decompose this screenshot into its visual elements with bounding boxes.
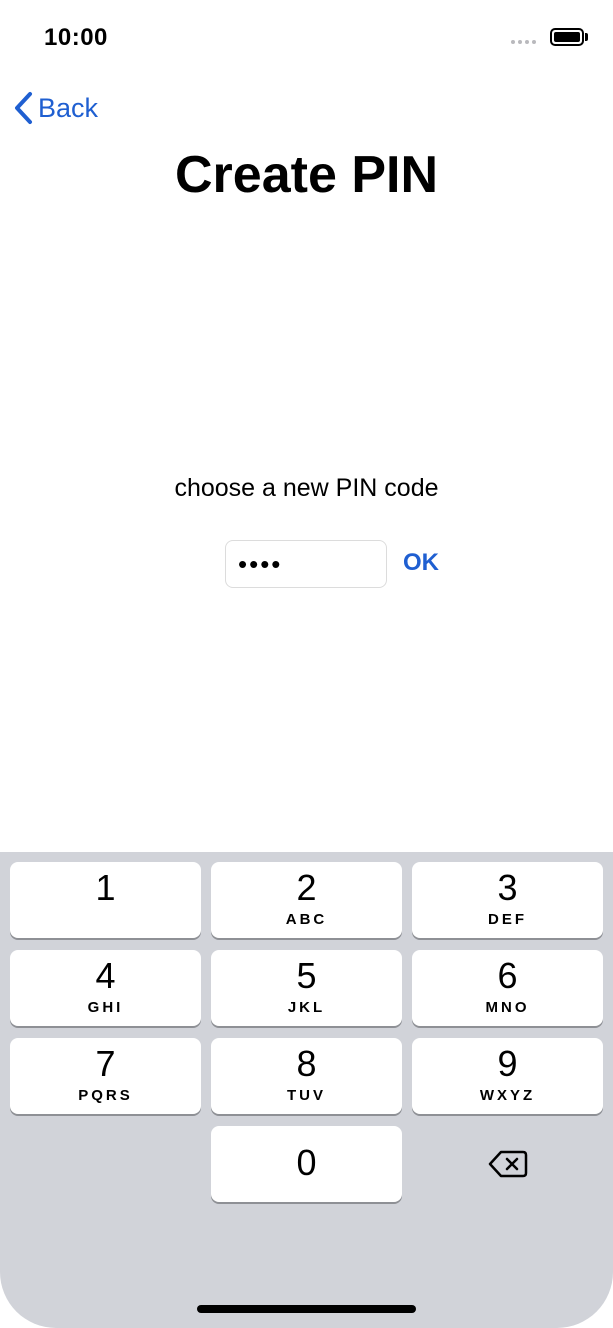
home-indicator [197, 1305, 416, 1313]
key-digit: 0 [296, 1142, 317, 1183]
battery-tip [585, 33, 588, 41]
back-label: Back [38, 92, 99, 123]
key-8[interactable]: 8 TUV [211, 1038, 402, 1114]
key-1[interactable]: 1 [10, 862, 201, 938]
key-digit: 8 [296, 1043, 317, 1084]
page-title: Create PIN [175, 146, 438, 204]
key-7[interactable]: 7 PQRS [10, 1038, 201, 1114]
key-0[interactable]: 0 [211, 1126, 402, 1202]
pin-input[interactable]: •••• [225, 540, 387, 588]
numeric-keyboard: 1 2 ABC 3 DEF 4 GHI 5 JKL 6 MNO 7 PQRS 8… [0, 852, 613, 1328]
backspace-icon [488, 1150, 527, 1178]
key-digit: 2 [296, 867, 317, 908]
key-digit: 4 [95, 955, 116, 996]
battery-icon [550, 28, 584, 46]
delete-key[interactable] [412, 1126, 603, 1202]
key-digit: 3 [497, 867, 518, 908]
key-3[interactable]: 3 DEF [412, 862, 603, 938]
pin-prompt: choose a new PIN code [174, 474, 439, 502]
signal-dots-icon [511, 40, 536, 44]
key-letters: MNO [485, 999, 530, 1016]
key-4[interactable]: 4 GHI [10, 950, 201, 1026]
key-letters: WXYZ [479, 1087, 536, 1104]
back-button[interactable]: Back [12, 90, 98, 126]
key-letters: ABC [285, 911, 328, 928]
key-letters: JKL [287, 999, 326, 1016]
key-letters: GHI [87, 999, 124, 1016]
key-letters: DEF [488, 911, 527, 928]
key-digit: 9 [497, 1043, 518, 1084]
key-5[interactable]: 5 JKL [211, 950, 402, 1026]
key-digit: 7 [95, 1043, 116, 1084]
status-time: 10:00 [44, 24, 108, 51]
key-letters: TUV [287, 1087, 326, 1104]
key-letters: PQRS [78, 1087, 133, 1104]
key-digit: 5 [296, 955, 317, 996]
pin-value: •••• [238, 548, 283, 579]
key-6[interactable]: 6 MNO [412, 950, 603, 1026]
key-digit: 1 [95, 867, 116, 908]
chevron-left-icon [15, 92, 32, 124]
ok-button[interactable]: OK [403, 549, 439, 577]
key-9[interactable]: 9 WXYZ [412, 1038, 603, 1114]
key-2[interactable]: 2 ABC [211, 862, 402, 938]
status-bar: 10:00 [0, 0, 613, 76]
key-digit: 6 [497, 955, 518, 996]
